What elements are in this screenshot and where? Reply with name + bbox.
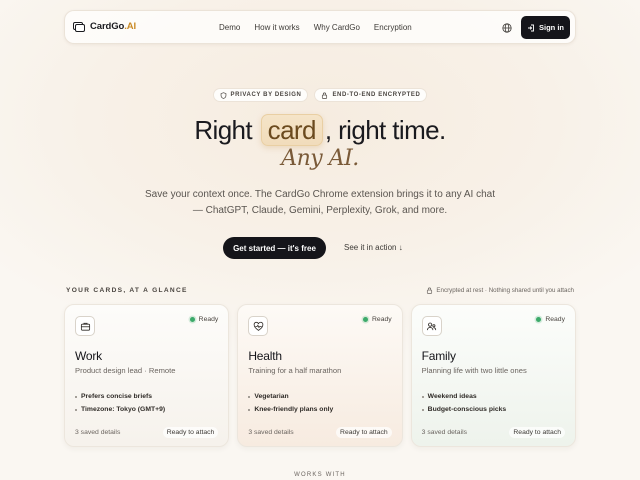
encryption-note: Encrypted at rest · Nothing shared until… [426,287,574,294]
brand-name: CardGo.AI [90,21,137,32]
top-nav: CardGo.AI Demo How it works Why CardGo E… [64,10,576,44]
card-details: Vegetarian Knee-friendly plans only [248,393,333,419]
hero-title-pill: card [260,114,323,146]
trust-badges: PRIVACY BY DESIGN END-TO-END ENCRYPTED [0,88,640,102]
list-item: Budget-conscious picks [422,406,507,413]
status-dot [363,317,368,322]
lock-icon [322,92,328,99]
lock-icon [427,287,433,294]
nav-link-why-cardgo[interactable]: Why CardGo [314,23,360,32]
card-details: Weekend ideas Budget-conscious picks [422,393,507,419]
ready-to-attach-button[interactable]: Ready to attach [162,427,219,438]
status-label: Ready [372,316,392,323]
hero-title-end: , right time. [324,115,446,145]
see-in-action-link[interactable]: See it in action ↓ [344,243,403,252]
works-with-label: WORKS WITH [294,472,346,478]
globe-icon[interactable] [502,23,512,33]
card-footer: 3 saved details Ready to attach [422,427,565,438]
encrypted-badge-label: END-TO-END ENCRYPTED [332,92,421,98]
status-dot [189,317,195,322]
ready-to-attach-button[interactable]: Ready to attach [336,427,392,438]
briefcase-icon [75,316,95,336]
nav-link-how-it-works[interactable]: How it works [254,23,299,32]
sign-in-button[interactable]: Sign in [521,16,570,39]
nav-link-encryption[interactable]: Encryption [374,23,412,32]
sign-in-icon [528,24,534,31]
status-badge: Ready [363,316,392,323]
privacy-badge-label: PRIVACY BY DESIGN [230,92,302,98]
family-icon [421,316,442,336]
list-item: Knee-friendly plans only [248,406,333,413]
cards-row: Ready Work Product design lead · Remote … [64,304,576,447]
hero-title-start: Right [194,115,253,145]
card-title: Health [248,349,282,363]
card-health[interactable]: Ready Health Training for a half maratho… [237,304,403,447]
encrypted-badge: END-TO-END ENCRYPTED [314,88,428,102]
hero-description: Save your context once. The CardGo Chrom… [145,189,496,216]
card-family[interactable]: Ready Family Planning life with two litt… [410,304,576,447]
card-subtitle: Training for a half marathon [248,366,342,375]
ready-to-attach-button[interactable]: Ready to attach [509,427,565,438]
list-item: Prefers concise briefs [75,393,165,400]
list-item: Weekend ideas [422,393,507,400]
saved-count: 3 saved details [75,429,121,436]
saved-count: 3 saved details [421,429,467,436]
nav-link-demo[interactable]: Demo [219,23,240,32]
saved-count: 3 saved details [248,429,294,436]
card-title: Work [75,349,102,363]
list-item: Vegetarian [248,393,333,400]
status-badge: Ready [536,316,565,323]
get-started-button[interactable]: Get started — it's free [223,237,326,259]
brand-logo[interactable]: CardGo.AI [73,21,136,32]
status-label: Ready [545,316,565,323]
cards-section-label: YOUR CARDS, AT A GLANCE [66,287,188,294]
sign-in-label: Sign in [539,23,564,32]
card-footer: 3 saved details Ready to attach [75,427,219,438]
hero-subtitle: Any AI. [281,146,359,171]
list-item: Timezone: Tokyo (GMT+9) [75,406,165,413]
status-badge: Ready [189,316,219,323]
nav-links: Demo How it works Why CardGo Encryption [219,23,412,32]
status-dot [536,317,542,322]
encryption-note-text: Encrypted at rest · Nothing shared until… [436,287,574,294]
card-subtitle: Planning life with two little ones [421,366,527,375]
shield-icon [220,91,226,99]
hero-title: Right card, right time. [0,114,640,146]
status-label: Ready [198,316,219,323]
cards-logo-icon [73,21,85,32]
heart-pulse-icon [248,316,269,336]
card-footer: 3 saved details Ready to attach [248,427,392,438]
card-title: Family [421,349,456,363]
card-details: Prefers concise briefs Timezone: Tokyo (… [75,393,165,419]
card-subtitle: Product design lead · Remote [75,366,176,375]
card-work[interactable]: Ready Work Product design lead · Remote … [64,304,230,447]
privacy-badge: PRIVACY BY DESIGN [212,88,309,102]
